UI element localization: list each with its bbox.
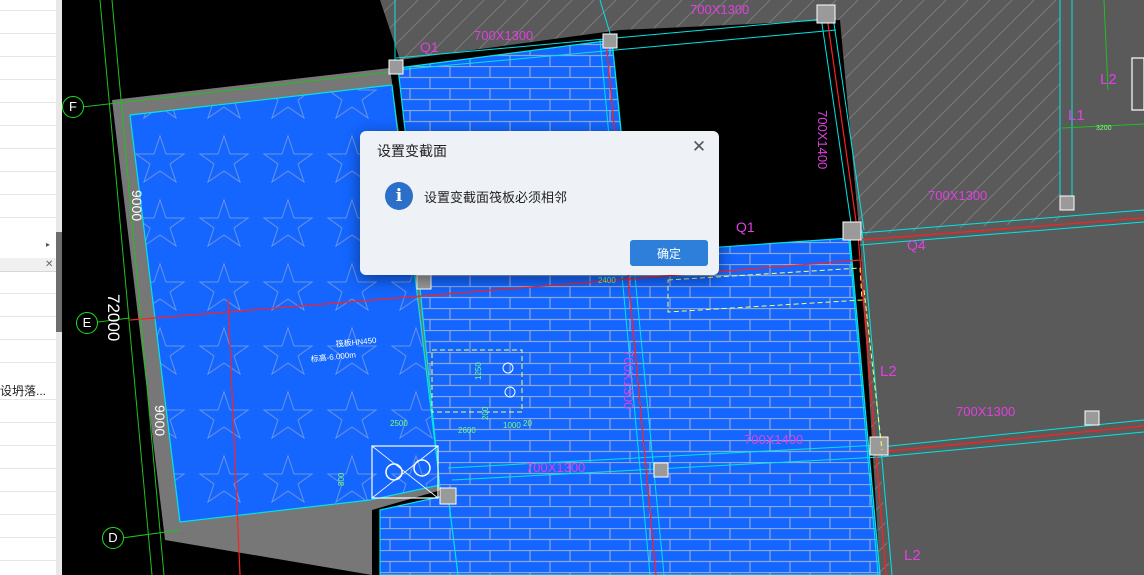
svg-text:700X1300: 700X1300	[474, 28, 533, 43]
svg-text:200: 200	[481, 406, 490, 420]
svg-text:800: 800	[337, 472, 346, 486]
expand-arrow-icon[interactable]: ▸	[46, 240, 50, 249]
svg-text:1250: 1250	[474, 362, 483, 380]
axis-bubble-e: E	[76, 312, 98, 334]
panel-row[interactable]	[0, 468, 56, 469]
panel-row[interactable]	[0, 362, 56, 363]
cad-canvas[interactable]: 72000 9000 9000 2500 2600 1000 20 2400 3…	[62, 0, 1144, 575]
svg-text:700X1300: 700X1300	[621, 350, 636, 409]
info-icon: i	[385, 182, 413, 210]
svg-text:2500: 2500	[390, 419, 408, 428]
svg-text:L2: L2	[1100, 71, 1117, 88]
svg-text:700X1300: 700X1300	[928, 188, 987, 203]
panel-row[interactable]	[0, 56, 56, 57]
gray-slab	[860, 215, 1144, 575]
svg-text:Q4: Q4	[907, 237, 926, 253]
panel-row[interactable]	[0, 537, 56, 538]
svg-text:700X1300: 700X1300	[690, 2, 749, 17]
panel-row[interactable]	[0, 171, 56, 172]
panel-row[interactable]	[0, 422, 56, 423]
svg-text:3200: 3200	[1096, 125, 1112, 132]
panel-row[interactable]	[0, 79, 56, 80]
svg-text:9000: 9000	[129, 190, 145, 221]
panel-close-icon[interactable]: ✕	[45, 259, 53, 270]
svg-text:L2: L2	[880, 363, 897, 380]
svg-text:L2: L2	[904, 547, 921, 564]
svg-text:2400: 2400	[598, 276, 616, 285]
panel-row[interactable]	[0, 102, 56, 103]
panel-row[interactable]	[0, 194, 56, 195]
panel-row[interactable]	[0, 316, 56, 317]
panel-row[interactable]	[0, 33, 56, 34]
svg-text:72000: 72000	[104, 294, 123, 341]
svg-text:2600: 2600	[458, 426, 476, 435]
ok-button[interactable]: 确定	[630, 240, 708, 266]
svg-text:700X1300: 700X1300	[526, 460, 585, 475]
dialog-title: 设置变截面	[377, 143, 447, 159]
slab-brick-lower	[379, 494, 459, 575]
svg-text:Q1: Q1	[420, 39, 439, 55]
svg-text:9000: 9000	[152, 405, 168, 436]
close-icon[interactable]: ✕	[690, 138, 708, 156]
svg-text:1000: 1000	[503, 421, 521, 430]
panel-row[interactable]	[0, 148, 56, 149]
svg-text:700X1400: 700X1400	[815, 110, 830, 169]
svg-text:20: 20	[523, 419, 532, 428]
slab-brick-main	[417, 237, 881, 575]
axis-bubble-d: D	[102, 527, 124, 549]
svg-text:700X1400: 700X1400	[744, 432, 803, 447]
property-panel: ▸ ✕ 设坍落...	[0, 0, 57, 575]
panel-row[interactable]	[0, 399, 56, 400]
panel-row[interactable]	[0, 339, 56, 340]
panel-row[interactable]	[0, 10, 56, 11]
panel-row[interactable]	[0, 514, 56, 515]
panel-row[interactable]	[0, 293, 56, 294]
axis-bubble-f: F	[62, 96, 84, 118]
panel-row[interactable]	[0, 491, 56, 492]
cad-drawing: 72000 9000 9000 2500 2600 1000 20 2400 3…	[81, 0, 1144, 575]
svg-text:L1: L1	[1068, 107, 1085, 124]
panel-row[interactable]	[0, 125, 56, 126]
svg-text:700X1300: 700X1300	[956, 404, 1015, 419]
set-variable-section-dialog: 设置变截面 ✕ i 设置变截面筏板必须相邻 确定	[360, 131, 719, 275]
panel-row[interactable]	[0, 445, 56, 446]
panel-value-text: 设坍落...	[0, 384, 47, 398]
panel-row[interactable]	[0, 217, 56, 218]
svg-text:Q1: Q1	[736, 219, 755, 235]
dialog-message: 设置变截面筏板必须相邻	[424, 190, 568, 205]
panel-row[interactable]	[0, 560, 56, 561]
